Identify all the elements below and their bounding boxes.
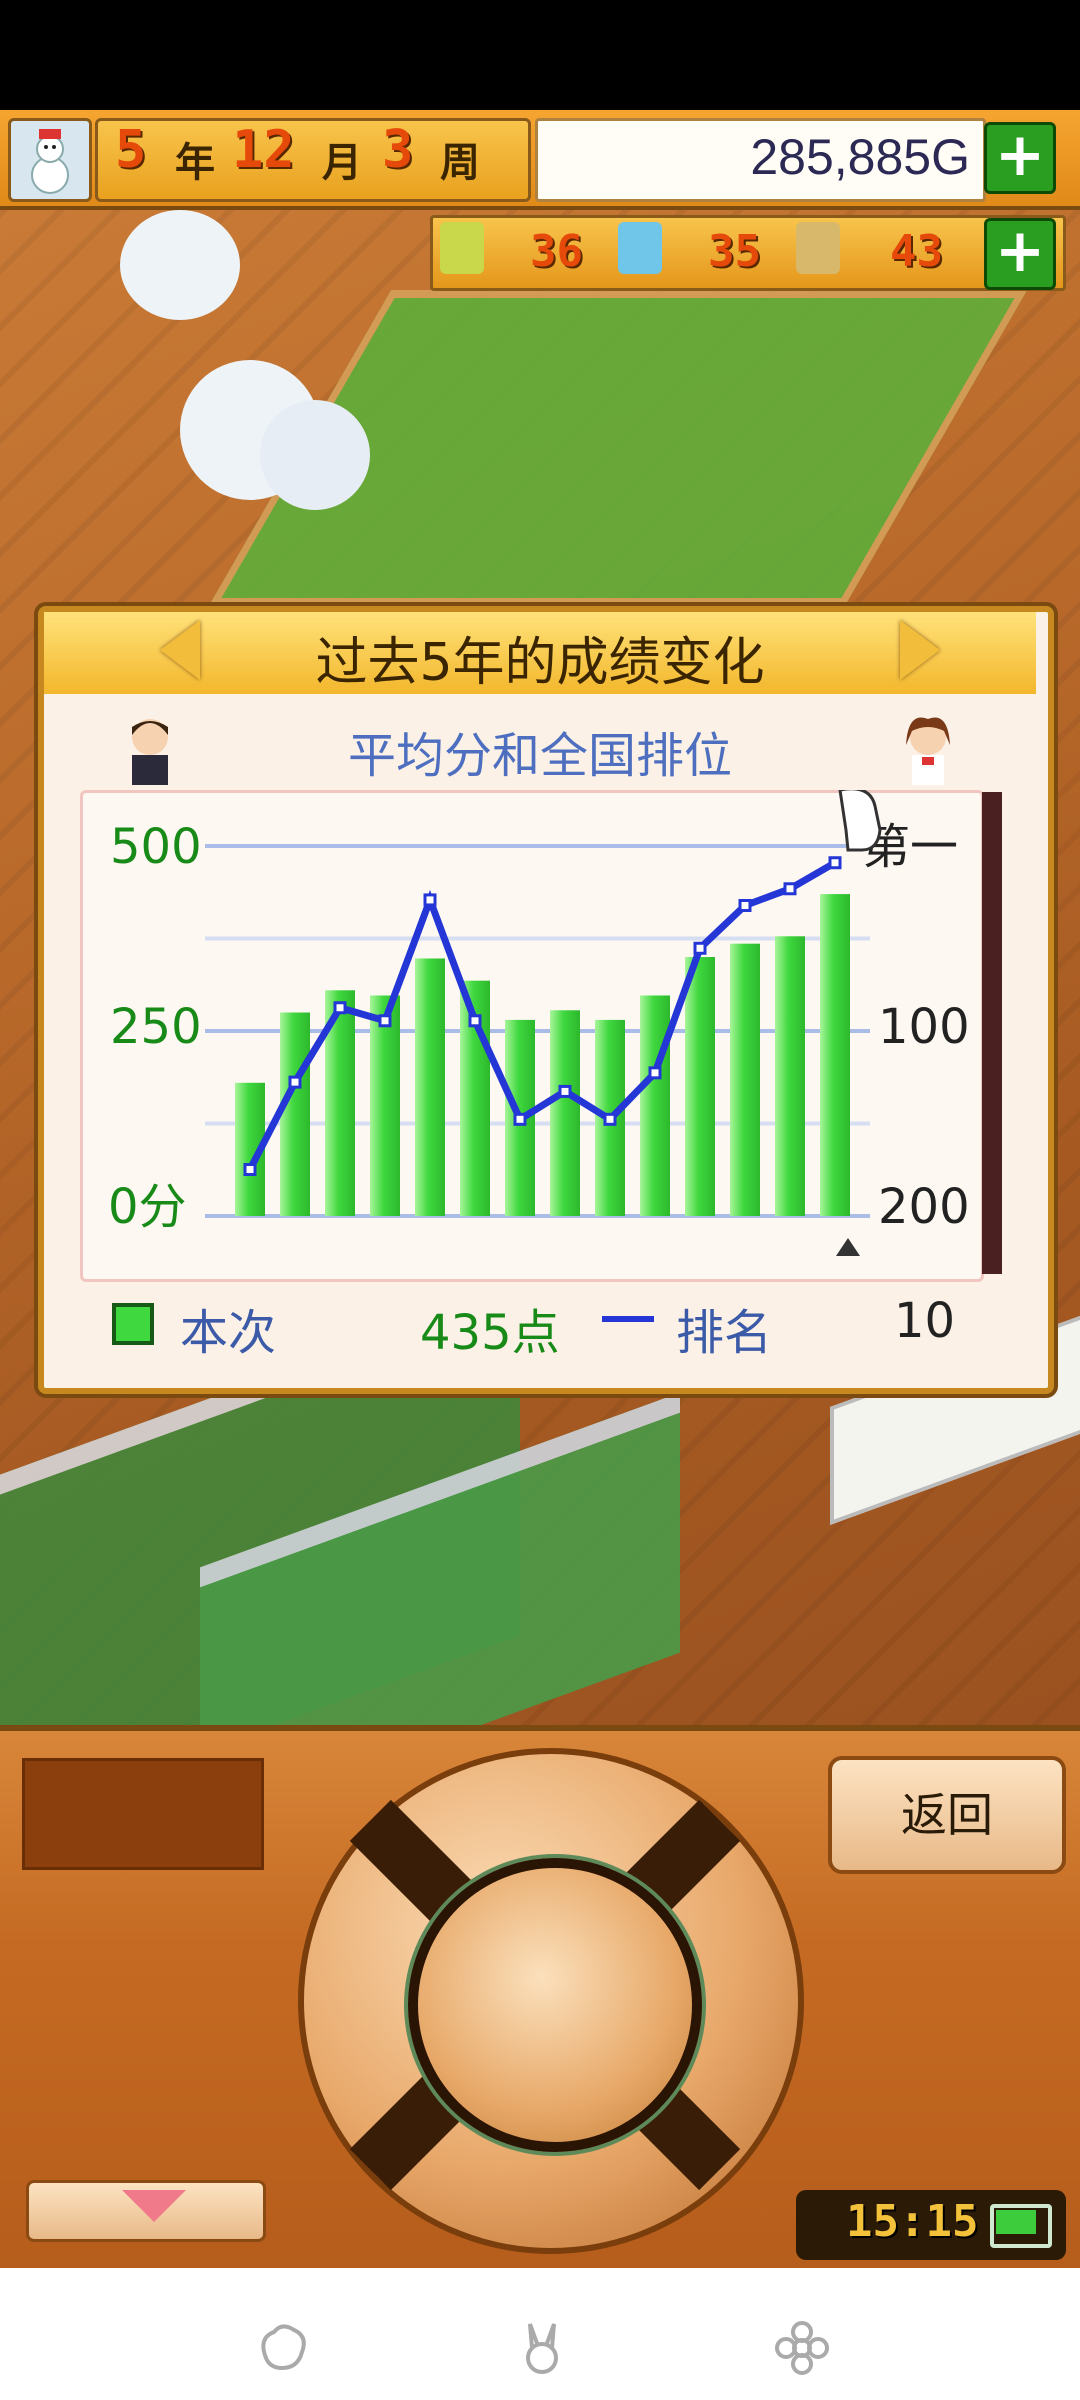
trophy-icon [796, 222, 840, 274]
add-money-button[interactable]: + [984, 122, 1056, 194]
week-unit: 周 [440, 140, 480, 186]
chart-title: 平均分和全国排位 [347, 728, 732, 784]
rank-point [738, 898, 752, 912]
legend-rank-label: 排名 [676, 1305, 773, 1361]
year-value: 5 [115, 120, 147, 180]
rank-point [603, 1112, 617, 1126]
system-status-bar [0, 0, 1080, 110]
legend-bar-swatch [112, 1303, 154, 1345]
add-stats-button[interactable]: + [984, 218, 1056, 290]
y-tick-250: 250 [110, 999, 202, 1055]
legend-score-label: 本次 [180, 1305, 277, 1361]
rank-point [693, 941, 707, 955]
dialog-title: 过去5年的成绩变化 [315, 633, 765, 693]
chart-scroll-strip [982, 792, 1002, 1274]
rank-point [828, 856, 842, 870]
current-marker-icon [836, 1238, 860, 1256]
legend-line-swatch [602, 1316, 654, 1322]
year-unit: 年 [175, 140, 215, 186]
rank-tick-100: 100 [878, 999, 970, 1055]
back-nav-icon[interactable] [252, 2318, 312, 2378]
score-bar [775, 936, 805, 1216]
rank-point [468, 1014, 482, 1028]
pencil-icon [440, 222, 484, 274]
money-value: 285,885G [750, 129, 970, 185]
rank-point [423, 893, 437, 907]
rank-tick-200: 200 [878, 1179, 970, 1235]
rank-point [558, 1084, 572, 1098]
down-arrow-icon [122, 2190, 186, 2222]
rank-point [243, 1163, 257, 1177]
legend-rank-value: 10 [894, 1293, 956, 1349]
back-button[interactable]: 返回 [828, 1756, 1066, 1874]
recents-nav-icon[interactable] [772, 2318, 832, 2378]
month-unit: 月 [322, 140, 362, 186]
snowy-tree [120, 210, 240, 320]
pointer-hand-icon [838, 790, 882, 852]
stat-study: 36 [530, 226, 583, 277]
dpad-center-button[interactable] [408, 1858, 702, 2152]
home-nav-icon[interactable] [512, 2318, 572, 2378]
score-bar [685, 957, 715, 1216]
rank-point [783, 882, 797, 896]
score-bar [820, 894, 850, 1216]
rank-point [648, 1066, 662, 1080]
legend-score-value: 435点 [420, 1305, 560, 1361]
stat-science: 35 [708, 226, 761, 277]
score-bar [415, 958, 445, 1216]
score-bar [550, 1010, 580, 1216]
stat-sports: 43 [890, 226, 943, 277]
month-value: 12 [232, 120, 295, 180]
score-rank-chart: 500 250 0分 第一 100 200 [108, 790, 970, 1256]
battery-level [996, 2210, 1036, 2234]
y-tick-500: 500 [110, 819, 202, 875]
score-bar [640, 995, 670, 1216]
snowy-tree [260, 400, 370, 510]
score-bar [730, 943, 760, 1216]
rank-point [288, 1075, 302, 1089]
rank-point [378, 1014, 392, 1028]
score-bar [280, 1012, 310, 1216]
clock-time: 15:15 [846, 2196, 979, 2247]
flask-icon [618, 222, 662, 274]
y-tick-0: 0分 [108, 1179, 187, 1235]
snowman-icon [8, 118, 92, 202]
info-slot [22, 1758, 264, 1870]
student-girl-icon [898, 715, 958, 787]
student-boy-icon [120, 715, 180, 787]
score-bar [370, 995, 400, 1216]
week-value: 3 [382, 120, 414, 180]
rank-point [513, 1112, 527, 1126]
rank-point [333, 1001, 347, 1015]
